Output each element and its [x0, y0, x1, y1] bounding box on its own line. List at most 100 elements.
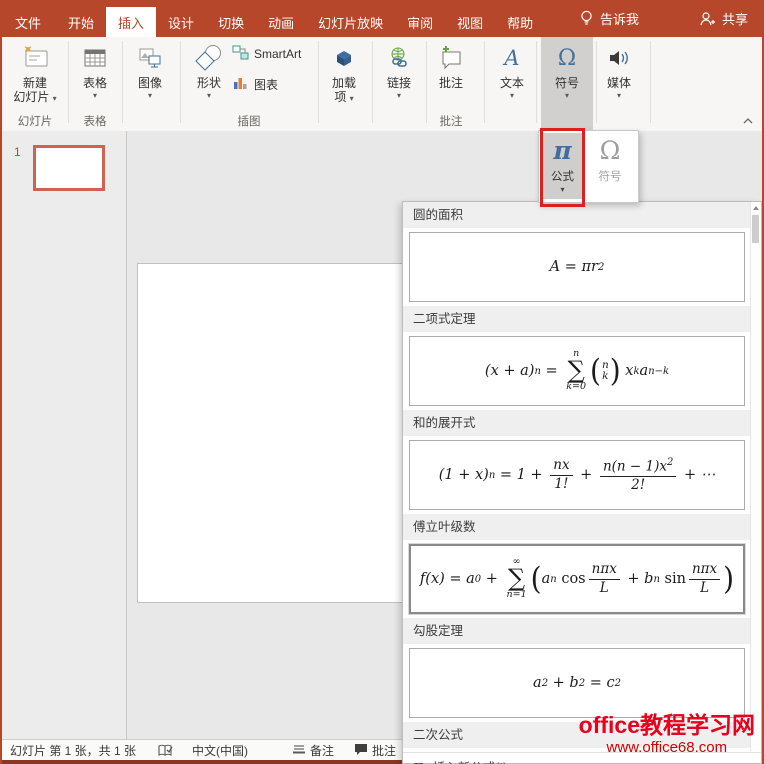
powerpoint-window: 文件 开始 插入 设计 切换 动画 幻灯片放映 审阅 视图 帮助 告诉我 共享 …	[0, 0, 764, 764]
equation-pythagorean: a2 + b2 = c2	[533, 675, 621, 691]
dropdown-caret: ▾	[509, 91, 514, 100]
slide-thumbnail-1[interactable]	[33, 145, 105, 191]
omega-icon: Ω	[599, 136, 621, 165]
equation-binomial: (x + a) n = n ∑ k=0(n k) x k a n−k	[484, 348, 670, 392]
tab-help[interactable]: 帮助	[495, 7, 545, 37]
section-header-binomial: 二项式定理	[403, 306, 751, 332]
chart-button[interactable]: 图表	[232, 73, 301, 95]
equation-item-circle-area[interactable]: A = πr 2	[409, 232, 745, 302]
scrollbar-thumb[interactable]	[752, 215, 759, 243]
slide-info: 幻灯片 第 1 张，共 1 张	[10, 744, 137, 758]
group-divider	[596, 41, 597, 123]
group-label-illustrations: 插图	[237, 116, 261, 128]
tab-view[interactable]: 视图	[445, 7, 495, 37]
equation-item-binomial[interactable]: (x + a) n = n ∑ k=0(n k) x k a n−k	[409, 336, 745, 406]
tab-review[interactable]: 审阅	[395, 7, 445, 37]
group-divider	[318, 41, 319, 123]
window-border-bottom	[0, 760, 402, 764]
equation-expansion: (1 + x) n = 1 + nx 1! + n(n − 1)x2 2! + ⋯	[438, 456, 716, 493]
comment-bubble-icon	[354, 743, 368, 759]
ribbon: 新建 幻灯片 ▾ 表格 ▾ 图像 ▾ 形状 ▾ SmartArt 图表 加载 项…	[0, 37, 764, 133]
group-divider	[372, 41, 373, 123]
section-header-circle-area: 圆的面积	[403, 202, 751, 228]
omega-icon: Ω	[557, 45, 577, 71]
pi-icon: π	[413, 757, 423, 764]
group-divider	[68, 41, 69, 123]
addins-icon	[331, 40, 357, 76]
pi-icon: π	[553, 136, 572, 165]
comment-plus-icon	[437, 40, 465, 76]
section-header-fourier: 傅立叶级数	[403, 514, 751, 540]
symbol-menu-item[interactable]: Ω 符号	[587, 133, 633, 199]
dropdown-caret: ▾	[560, 185, 565, 194]
insert-new-equation-button[interactable]: π 插入新公式(I)	[403, 752, 761, 764]
images-icon	[136, 40, 164, 76]
dropdown-caret: ▾	[92, 91, 97, 100]
equation-item-expansion[interactable]: (1 + x) n = 1 + nx 1! + n(n − 1)x2 2! + ⋯	[409, 440, 745, 510]
group-divider	[426, 41, 427, 123]
tell-me-label: 告诉我	[599, 12, 639, 27]
media-button[interactable]: 媒体 ▾	[598, 40, 640, 128]
tab-home[interactable]: 开始	[56, 7, 106, 37]
gallery-scrollbar[interactable]	[750, 202, 761, 751]
equation-item-fourier-highlighted[interactable]: f(x) = a0 + ∞ ∑ n=1(a n cos nπx L + bn sin nπx…	[409, 544, 745, 614]
group-divider	[650, 41, 651, 123]
new-slide-icon	[20, 40, 50, 76]
images-button[interactable]: 图像 ▾	[128, 40, 172, 128]
comments-button[interactable]: 批注	[354, 742, 396, 759]
tab-file[interactable]: 文件	[0, 7, 56, 37]
spellcheck-icon[interactable]	[158, 744, 174, 758]
text-a-icon: A	[504, 46, 520, 70]
equation-gallery-popup: 圆的面积 A = πr 2 二项式定理 (x + a) n = n ∑ k=0(n k) …	[402, 201, 762, 764]
dropdown-caret: ▾	[52, 94, 57, 103]
tab-design[interactable]: 设计	[156, 7, 206, 37]
notes-button[interactable]: 备注	[292, 742, 334, 759]
smartart-button[interactable]: SmartArt	[232, 43, 301, 65]
section-header-expansion: 和的展开式	[403, 410, 751, 436]
section-header-pythagorean: 勾股定理	[403, 618, 751, 644]
group-divider	[180, 41, 181, 123]
group-label-tables: 表格	[83, 116, 107, 128]
scroll-up-arrow[interactable]	[753, 206, 759, 210]
equation-fourier: f(x) = a0 + ∞ ∑ n=1(a n cos nπx L + bn sin nπx…	[419, 556, 735, 600]
person-plus-icon	[699, 11, 716, 27]
dropdown-caret: ▾	[206, 91, 211, 100]
table-icon	[81, 40, 109, 76]
tab-animations[interactable]: 动画	[256, 7, 306, 37]
slide-number: 1	[14, 145, 21, 159]
smartart-icon	[232, 44, 249, 64]
equation-gallery-list: 圆的面积 A = πr 2 二项式定理 (x + a) n = n ∑ k=0(n k) …	[403, 202, 751, 751]
text-button[interactable]: A 文本 ▾	[492, 40, 532, 128]
dropdown-caret: ▾	[396, 91, 401, 100]
equation-circle-area: A = πr 2	[549, 259, 605, 275]
collapse-ribbon-button[interactable]	[742, 113, 754, 131]
window-border-left	[0, 37, 2, 764]
dropdown-caret: ▾	[564, 91, 569, 100]
language-indicator[interactable]: 中文(中国)	[192, 742, 248, 759]
speaker-icon	[606, 40, 632, 76]
group-divider	[484, 41, 485, 123]
ribbon-tab-bar: 文件 开始 插入 设计 切换 动画 幻灯片放映 审阅 视图 帮助 告诉我 共享	[0, 0, 764, 37]
share-label: 共享	[721, 12, 748, 27]
symbols-dropdown-popup: π 公式 ▾ Ω 符号	[538, 130, 639, 203]
equation-menu-item[interactable]: π 公式 ▾	[542, 133, 583, 199]
link-icon	[386, 40, 412, 76]
slide-thumbnail-pane: 1	[2, 131, 127, 759]
dropdown-caret: ▾	[147, 91, 152, 100]
tab-insert[interactable]: 插入	[106, 7, 157, 37]
addins-button[interactable]: 加载 项 ▾	[322, 40, 366, 128]
symbols-button[interactable]: Ω 符号 ▾	[541, 37, 593, 133]
section-header-quadratic: 二次公式	[403, 722, 751, 748]
tell-me[interactable]: 告诉我	[569, 0, 649, 37]
lightbulb-icon	[579, 10, 594, 27]
group-label-slides: 幻灯片	[17, 116, 53, 128]
shapes-icon	[193, 40, 225, 76]
group-divider	[122, 41, 123, 123]
tab-transitions[interactable]: 切换	[206, 7, 256, 37]
equation-item-pythagorean[interactable]: a2 + b2 = c2	[409, 648, 745, 718]
share-button[interactable]: 共享	[689, 0, 758, 37]
chart-icon	[232, 74, 249, 94]
illustrations-small-buttons: SmartArt 图表	[232, 43, 301, 95]
tab-slideshow[interactable]: 幻灯片放映	[306, 7, 395, 37]
links-button[interactable]: 链接 ▾	[378, 40, 420, 128]
